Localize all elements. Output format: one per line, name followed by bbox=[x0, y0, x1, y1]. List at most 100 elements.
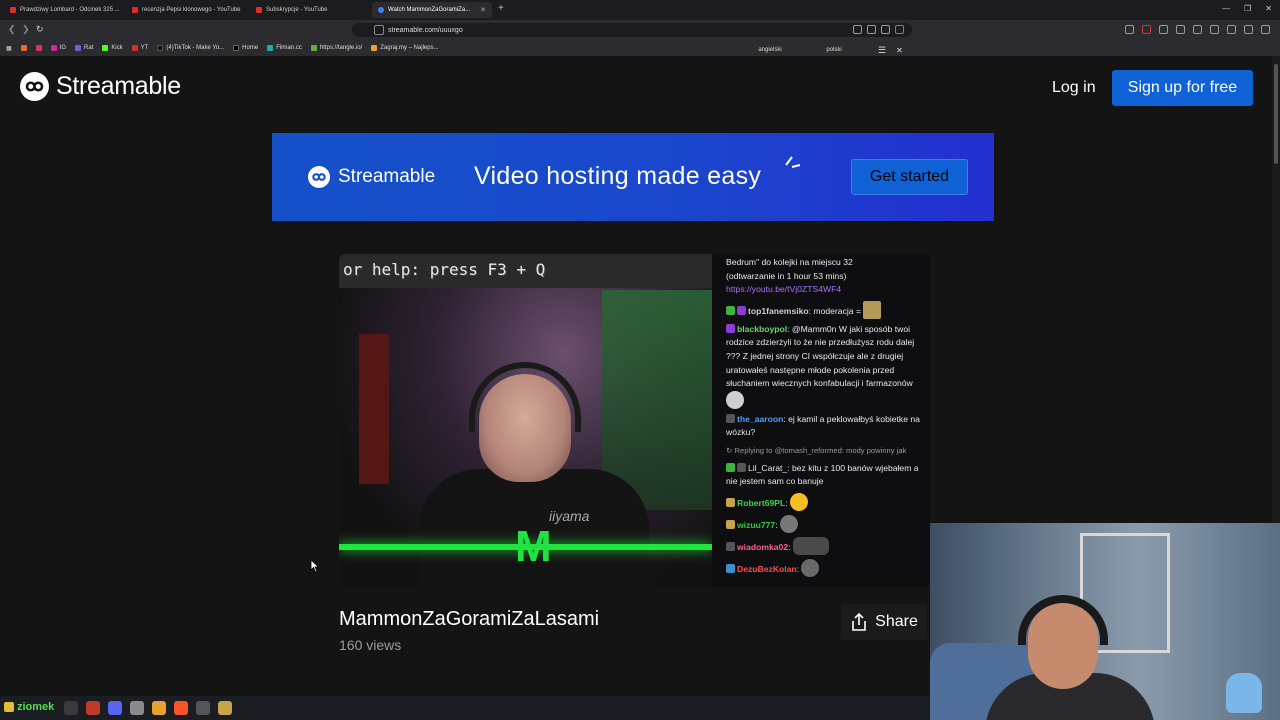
minimize-icon[interactable]: — bbox=[1222, 4, 1230, 13]
chat-message: DezuBezKolan: bbox=[726, 558, 924, 577]
app-icon[interactable] bbox=[218, 701, 232, 715]
bookmark-tiktok[interactable]: (4)TikTok - Make Yo... bbox=[157, 45, 224, 51]
reload-icon[interactable]: ↻ bbox=[36, 24, 44, 35]
discord-icon[interactable] bbox=[108, 701, 122, 715]
media-icon[interactable] bbox=[1227, 25, 1236, 34]
app-icon[interactable] bbox=[196, 701, 210, 715]
apps-grid-icon[interactable]: ▦ bbox=[6, 45, 12, 52]
banner-logo: Streamable bbox=[308, 166, 435, 188]
brave-shield-icon[interactable] bbox=[895, 25, 904, 34]
video-player[interactable]: or help: press F3 + Q iiyama M Bedrum" d… bbox=[339, 254, 930, 587]
chat-message: Lil_Carat_: bez kitu z 100 banów wjebałe… bbox=[726, 462, 919, 487]
bookmark-rat[interactable]: Rat bbox=[75, 45, 93, 51]
stream-chat: Bedrum" do kolejki na miejscu 32 (odtwar… bbox=[712, 254, 930, 587]
share-page-icon[interactable] bbox=[881, 25, 890, 34]
bookmark-x-home[interactable]: Home bbox=[233, 45, 258, 51]
taskbar-user: ziomek bbox=[4, 701, 54, 713]
tab-streamable-active[interactable]: Watch MammonZaGoramiZa... ✕ bbox=[372, 2, 492, 18]
sub-badge-icon bbox=[726, 323, 735, 333]
tab-label: Prawdziwy Lombard - Odcinek 325 ... bbox=[20, 7, 120, 13]
browser-tab-bar: Prawdziwy Lombard - Odcinek 325 ... rece… bbox=[0, 0, 1280, 20]
restore-icon[interactable]: ❐ bbox=[1244, 4, 1251, 13]
extension-icon[interactable] bbox=[1125, 25, 1134, 34]
screen: Prawdziwy Lombard - Odcinek 325 ... rece… bbox=[0, 0, 1280, 720]
app-icon[interactable] bbox=[130, 701, 144, 715]
sparkle-icon bbox=[785, 156, 801, 168]
wallet-icon[interactable] bbox=[1244, 25, 1253, 34]
address-bar-actions bbox=[853, 25, 904, 34]
youtube-icon bbox=[132, 7, 138, 13]
youtube-icon bbox=[10, 7, 16, 13]
sub-badge-icon bbox=[726, 519, 735, 529]
translate-lang-english[interactable]: angielski bbox=[738, 47, 802, 58]
tab-pepsi-review[interactable]: recenzja Pepsi klonowego - YouTube bbox=[126, 2, 248, 18]
site-info-icon[interactable] bbox=[374, 25, 384, 35]
promo-banner[interactable]: Streamable Video hosting made easy Get s… bbox=[272, 133, 994, 221]
chat-reply-context: ↻ Replying to @tomash_reformed: mody pow… bbox=[726, 445, 907, 455]
sub-badge-icon bbox=[726, 413, 735, 423]
headset bbox=[469, 362, 581, 432]
emote-icon bbox=[863, 300, 882, 319]
sub-badge-icon bbox=[726, 497, 735, 507]
bookmark-youtube[interactable]: YT bbox=[131, 45, 148, 51]
translate-lang-polish[interactable]: polski bbox=[802, 47, 866, 53]
close-tab-icon[interactable]: ✕ bbox=[480, 6, 486, 14]
chat-link[interactable]: https://youtu.be/tVj0ZTS4WF4 bbox=[726, 284, 841, 294]
extension-icon[interactable] bbox=[1142, 25, 1151, 34]
app-icon[interactable] bbox=[86, 701, 100, 715]
video-frame-streamer: or help: press F3 + Q iiyama M bbox=[339, 254, 712, 587]
streamable-logo-icon bbox=[20, 72, 49, 101]
get-started-button[interactable]: Get started bbox=[851, 159, 968, 195]
banner-tagline: Video hosting made easy bbox=[474, 162, 762, 190]
facecam-overlay bbox=[930, 523, 1280, 720]
window-controls: — ❐ ✕ bbox=[1222, 4, 1272, 13]
signup-button[interactable]: Sign up for free bbox=[1112, 70, 1253, 106]
extension-icon[interactable] bbox=[1159, 25, 1168, 34]
browser-toolbar: ❮ ❯ ↻ ▯ streamable.com/uuuxgo bbox=[0, 20, 1280, 40]
extensions-bar bbox=[1125, 25, 1270, 34]
extension-icon[interactable] bbox=[1176, 25, 1185, 34]
youtube-icon bbox=[256, 7, 262, 13]
new-tab-icon[interactable]: + bbox=[498, 3, 504, 14]
login-link[interactable]: Log in bbox=[1052, 79, 1096, 97]
sub-badge-icon bbox=[726, 563, 735, 573]
tab-label: recenzja Pepsi klonowego - YouTube bbox=[142, 7, 241, 13]
translate-menu-icon[interactable]: ☰ bbox=[878, 45, 886, 56]
zoom-icon[interactable] bbox=[867, 25, 876, 34]
tab-lombard[interactable]: Prawdziwy Lombard - Odcinek 325 ... bbox=[4, 2, 124, 18]
bookmark-item[interactable] bbox=[35, 45, 42, 51]
translate-icon[interactable] bbox=[853, 25, 862, 34]
translate-close-icon[interactable]: ✕ bbox=[896, 46, 903, 55]
emote-icon bbox=[790, 492, 809, 511]
bookmark-kick[interactable]: Kick bbox=[102, 45, 123, 51]
chat-message: Robert69PL: bbox=[726, 492, 924, 511]
back-icon[interactable]: ❮ bbox=[8, 24, 16, 35]
chat-message: wizuu777: bbox=[726, 514, 924, 533]
site-logo[interactable]: Streamable bbox=[20, 72, 181, 101]
tab-subscriptions[interactable]: Subskrypcje - YouTube bbox=[250, 2, 368, 18]
scrollbar-thumb[interactable] bbox=[1274, 64, 1278, 164]
chrome-icon[interactable] bbox=[152, 701, 166, 715]
banner-logo-text: Streamable bbox=[338, 166, 436, 187]
brave-icon[interactable] bbox=[174, 701, 188, 715]
bookmark-item[interactable] bbox=[20, 45, 27, 51]
mouse-cursor-icon bbox=[310, 559, 320, 573]
close-window-icon[interactable]: ✕ bbox=[1265, 4, 1272, 13]
extension-icon[interactable] bbox=[1193, 25, 1202, 34]
chat-message: the_aaroon: ej kamil a peklowałbyś kobie… bbox=[726, 413, 920, 438]
address-bar[interactable]: streamable.com/uuuxgo bbox=[352, 23, 912, 37]
bookmark-zagraj[interactable]: Zagraj.my – Najleps... bbox=[371, 45, 439, 51]
share-icon bbox=[852, 612, 866, 631]
menu-icon[interactable] bbox=[1261, 25, 1270, 34]
taskbar: ziomek bbox=[0, 696, 930, 720]
forward-icon[interactable]: ❯ bbox=[22, 24, 30, 35]
room-lamp bbox=[1226, 673, 1262, 713]
app-icon[interactable] bbox=[64, 701, 78, 715]
share-button[interactable]: Share bbox=[841, 604, 927, 640]
verified-badge-icon bbox=[726, 462, 735, 472]
bookmark-instagram[interactable]: IG bbox=[50, 45, 66, 51]
extension-icon[interactable] bbox=[1210, 25, 1219, 34]
bookmark-tangle[interactable]: https://tangle.io/ bbox=[310, 45, 362, 51]
chat-message: wiadomka02: bbox=[726, 536, 924, 555]
bookmark-filman[interactable]: Filman.cc bbox=[267, 45, 302, 51]
